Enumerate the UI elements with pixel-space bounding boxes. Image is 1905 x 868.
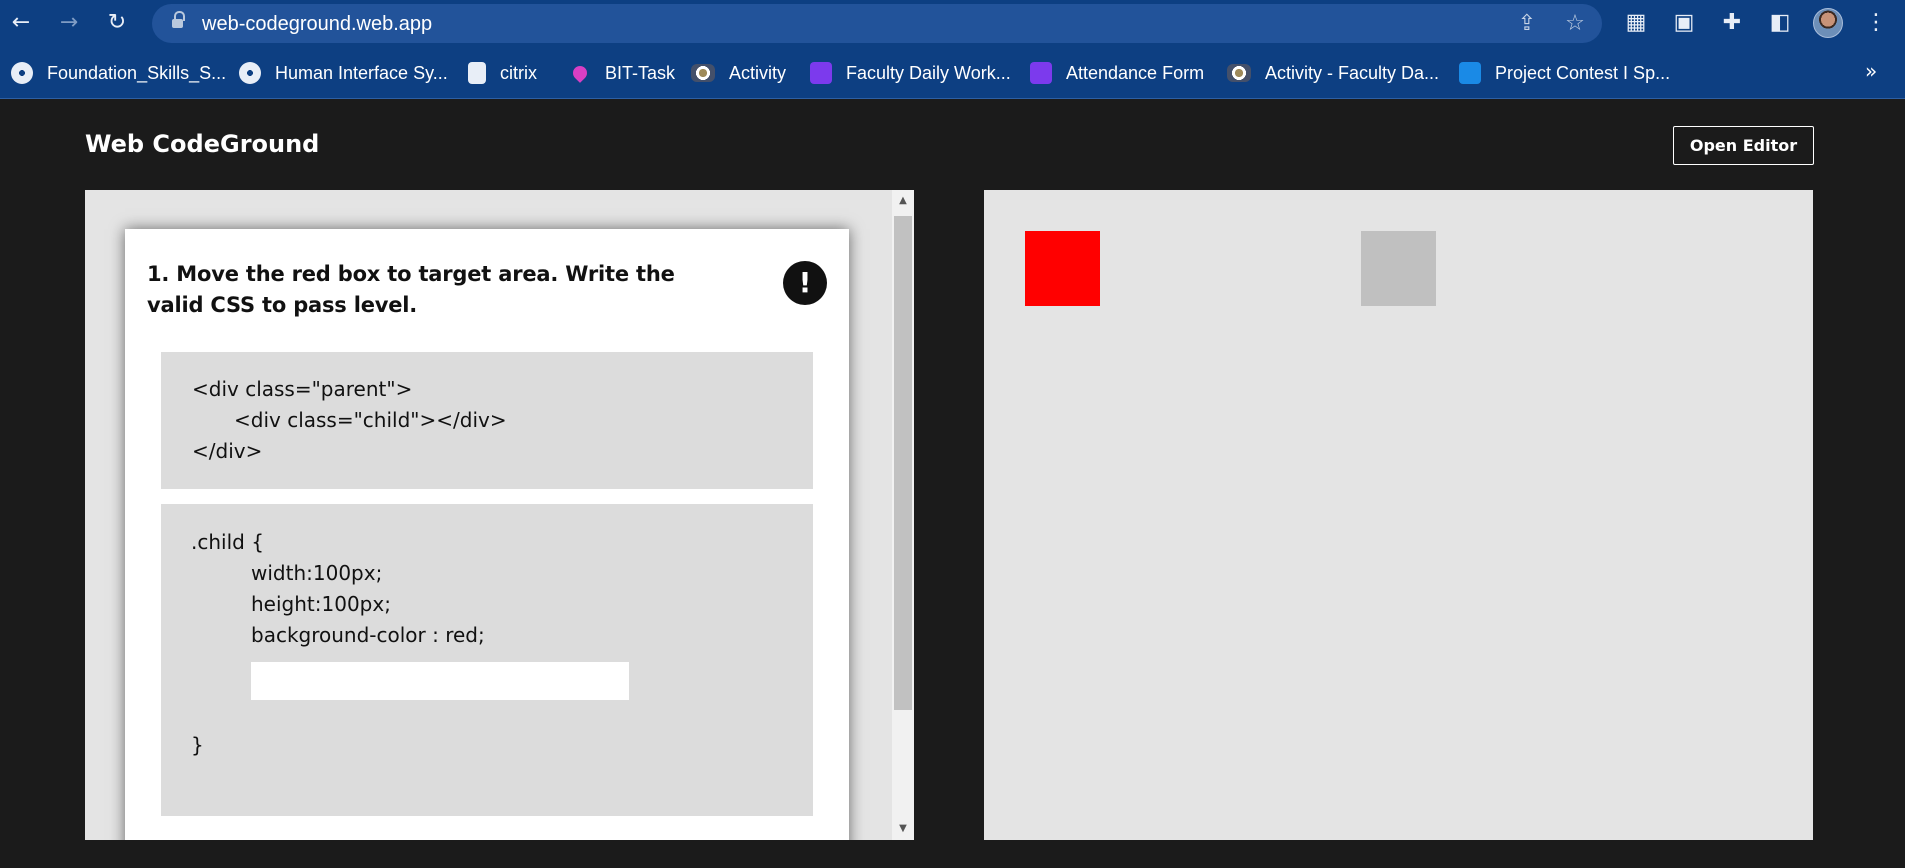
back-arrow-icon[interactable]: ← (6, 8, 36, 38)
bookmark-foundation-skills[interactable]: Foundation_Skills_S... (11, 59, 226, 87)
page-content: Web CodeGround Open Editor 1. Move the r… (0, 100, 1905, 868)
css-answer-input[interactable] (251, 662, 629, 700)
reload-icon[interactable]: ↻ (102, 8, 132, 38)
html-code-block: <div class="parent"> <div class="child">… (161, 352, 813, 489)
address-bar[interactable]: web-codeground.web.app ⇪ ☆ (152, 4, 1602, 43)
bookmark-activity-faculty[interactable]: Activity - Faculty Da... (1227, 59, 1439, 87)
bookmark-activity[interactable]: Activity (691, 59, 786, 87)
scroll-down-arrow-icon[interactable]: ▼ (892, 818, 914, 840)
bookmark-faculty-daily-work[interactable]: Faculty Daily Work... (810, 59, 1011, 87)
css-rule: height:100px; (251, 592, 391, 616)
page-title: Web CodeGround (85, 130, 320, 158)
bookmark-citrix[interactable]: citrix (468, 59, 537, 87)
forward-arrow-icon[interactable]: → (54, 8, 84, 38)
screen-capture-icon[interactable]: ▣ (1669, 8, 1699, 38)
lock-icon[interactable] (172, 11, 185, 30)
css-code-block: .child { width:100px; height:100px; back… (161, 504, 813, 816)
globe-icon (11, 62, 33, 84)
side-panel-icon[interactable]: ◧ (1765, 8, 1795, 38)
extension-palette-icon[interactable]: ▦ (1621, 8, 1651, 38)
level-question: 1. Move the red box to target area. Writ… (147, 262, 675, 317)
college-logo-icon (1227, 64, 1251, 82)
html-line: </div> (192, 439, 263, 463)
scroll-thumb[interactable] (894, 216, 912, 710)
child-red-box (1025, 231, 1100, 306)
open-editor-button[interactable]: Open Editor (1673, 126, 1814, 165)
instructions-scrollbar[interactable]: ▲ ▼ (892, 190, 914, 840)
target-area-box (1361, 231, 1436, 306)
bookmark-bit-task[interactable]: BIT-Task (569, 59, 675, 87)
share-icon[interactable]: ⇪ (1514, 11, 1540, 37)
css-selector: .child { (191, 530, 264, 554)
bookmark-attendance-form[interactable]: Attendance Form (1030, 59, 1204, 87)
globe-icon (239, 62, 261, 84)
star-icon[interactable]: ☆ (1562, 11, 1588, 37)
forms-icon (810, 62, 832, 84)
css-close-brace: } (191, 733, 204, 757)
bookmarks-bar: Foundation_Skills_S... Human Interface S… (0, 47, 1905, 99)
browser-menu-icon[interactable]: ⋮ (1861, 8, 1891, 38)
bookmark-project-contest[interactable]: Project Contest I Sp... (1459, 59, 1670, 87)
css-rule: background-color : red; (251, 623, 485, 647)
url-text[interactable]: web-codeground.web.app (202, 13, 432, 36)
css-rule: width:100px; (251, 561, 383, 585)
instructions-panel: 1. Move the red box to target area. Writ… (85, 190, 914, 840)
lock-icon (468, 62, 486, 84)
forms-icon (1030, 62, 1052, 84)
html-line: <div class="parent"> (192, 377, 413, 401)
level-card: 1. Move the red box to target area. Writ… (125, 229, 849, 840)
college-logo-icon (691, 64, 715, 82)
profile-avatar[interactable] (1813, 8, 1843, 38)
project-icon (1459, 62, 1481, 84)
scroll-up-arrow-icon[interactable]: ▲ (892, 190, 914, 212)
browser-toolbar: ← → ↻ web-codeground.web.app ⇪ ☆ ▦ ▣ ✚ ◧… (0, 0, 1905, 47)
preview-panel (984, 190, 1813, 840)
more-bookmarks-icon[interactable]: » (1865, 59, 1877, 83)
puzzle-extensions-icon[interactable]: ✚ (1717, 8, 1747, 38)
html-line: <div class="child"></div> (234, 408, 507, 432)
flame-icon (570, 63, 590, 83)
bookmark-human-interface[interactable]: Human Interface Sy... (239, 59, 448, 87)
exclamation-icon[interactable]: ! (783, 261, 827, 305)
